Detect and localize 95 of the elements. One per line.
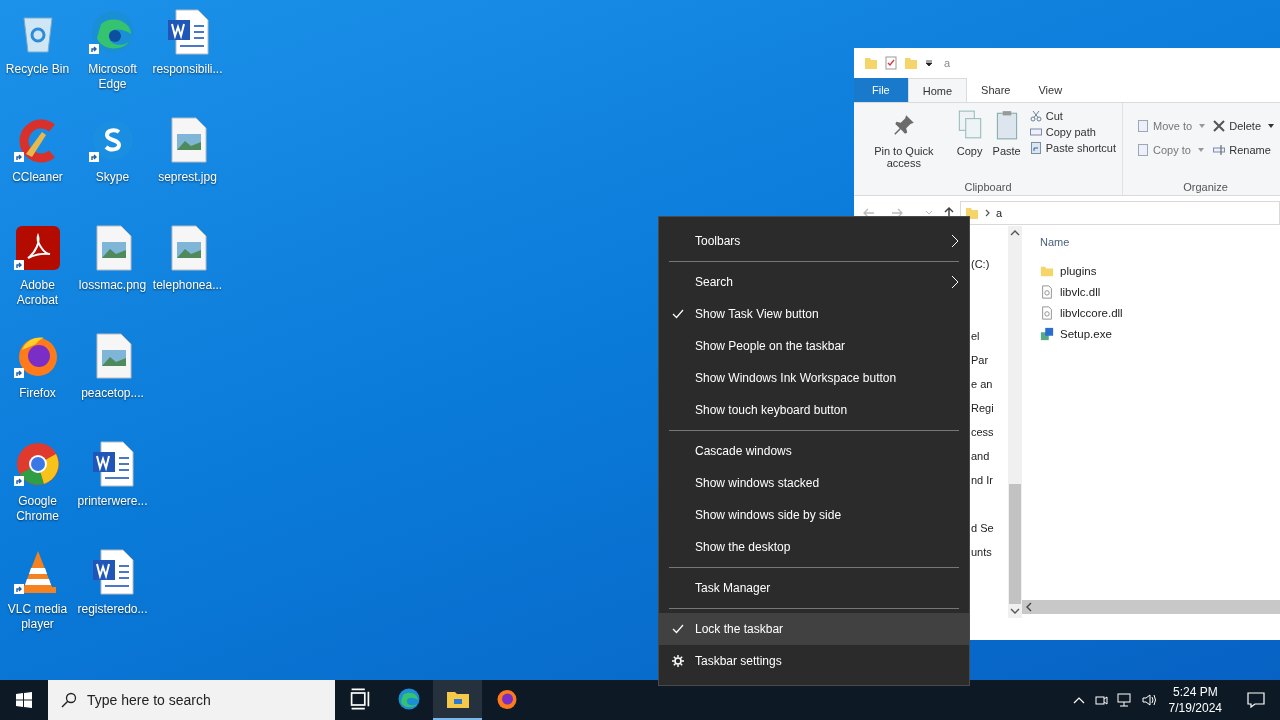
address-text: a <box>996 207 1003 219</box>
desktop-icon-label[interactable]: VLC media player <box>0 602 75 632</box>
desktop-icon-label[interactable]: responsibili... <box>150 62 225 77</box>
network-icon[interactable] <box>1116 692 1133 708</box>
paste-button[interactable]: Paste <box>989 107 1024 171</box>
move-to-button[interactable]: Move to <box>1135 119 1208 133</box>
caret-icon <box>1198 148 1204 152</box>
chevron-right-icon <box>951 275 959 289</box>
chevron-right-icon[interactable] <box>985 209 990 217</box>
desktop-icon-label[interactable]: Microsoft Edge <box>75 62 150 92</box>
nav-item[interactable]: el <box>971 329 980 353</box>
file-name[interactable]: Setup.exe <box>1060 327 1112 340</box>
nav-item[interactable]: unts <box>971 545 992 569</box>
desktop-icon-label[interactable]: Skype <box>75 170 150 185</box>
menu-item[interactable]: Cascade windows <box>659 435 969 467</box>
nav-item[interactable]: and <box>971 449 990 473</box>
dropdown-icon[interactable] <box>924 58 934 68</box>
copy-icon <box>1137 144 1150 156</box>
nav-item[interactable]: Regi <box>971 401 994 425</box>
nav-item[interactable]: nd Ir <box>971 473 993 497</box>
desktop-icon-label[interactable]: lossmac.png <box>75 278 150 293</box>
copy-to-button[interactable]: Copy to <box>1135 143 1208 157</box>
nav-item[interactable]: d Se <box>971 521 994 545</box>
window-title: a <box>944 57 951 69</box>
menu-item[interactable]: Show Windows Ink Workspace button <box>659 362 969 394</box>
clock[interactable]: 5:24 PM 7/19/2024 <box>1164 684 1226 716</box>
menu-item[interactable]: Show windows side by side <box>659 499 969 531</box>
explorer-taskbar-button[interactable] <box>433 680 482 720</box>
column-header[interactable]: Name <box>1030 226 1280 260</box>
menu-item[interactable]: Show windows stacked <box>659 467 969 499</box>
acrobat-icon[interactable] <box>13 224 62 272</box>
desktop-icon-label[interactable]: printerwere... <box>75 494 150 509</box>
nav-item[interactable]: e an <box>971 377 993 401</box>
menu-item[interactable]: Task Manager <box>659 572 969 604</box>
nav-item[interactable]: Par <box>971 353 989 377</box>
notification-icon[interactable] <box>1246 690 1266 710</box>
desktop-icon-label[interactable]: seprest.jpg <box>150 170 225 185</box>
delete-button[interactable]: Delete <box>1211 119 1276 133</box>
scrollbar[interactable] <box>1022 600 1280 614</box>
nav-item[interactable]: cess <box>971 425 994 449</box>
rename-button[interactable]: Rename <box>1211 143 1276 157</box>
menu-item[interactable]: Show the desktop <box>659 531 969 563</box>
cut-button[interactable]: Cut <box>1027 109 1119 123</box>
path-icon <box>1029 126 1042 138</box>
menu-item[interactable]: Lock the taskbar <box>659 613 969 645</box>
settings-icon <box>672 655 684 667</box>
desktop-icon-label[interactable]: Firefox <box>0 386 75 401</box>
desktop-icon-label[interactable]: CCleaner <box>0 170 75 185</box>
volume-icon[interactable] <box>1140 692 1157 708</box>
nav-item[interactable]: (C:) <box>971 257 990 281</box>
desktop-icon-label[interactable]: peacetop.... <box>75 386 150 401</box>
menu-item[interactable]: Show Task View button <box>659 298 969 330</box>
gear-file-icon <box>1040 305 1054 320</box>
shortcut-icon <box>1029 142 1042 154</box>
folder-icon <box>965 206 979 220</box>
caret-icon <box>1199 124 1206 128</box>
file-name[interactable]: libvlccore.dll <box>1060 306 1123 319</box>
group-label: Clipboard <box>964 181 1012 193</box>
move-icon <box>1137 120 1150 132</box>
edge-icon <box>396 687 421 711</box>
desktop-icon-label[interactable]: registeredo... <box>75 602 150 617</box>
scrollbar[interactable] <box>1008 226 1022 618</box>
chevron-down-icon[interactable] <box>1010 608 1020 614</box>
desktop-icon-label[interactable]: telephonea... <box>150 278 225 293</box>
desktop-icon-label[interactable]: Google Chrome <box>0 494 75 524</box>
copy-button[interactable]: Copy <box>953 107 986 171</box>
rename-icon <box>1213 144 1226 156</box>
windows-logo <box>16 692 32 708</box>
gear-file-icon <box>1040 284 1054 299</box>
menu-item[interactable]: Toolbars <box>659 225 969 257</box>
scissors-icon <box>1029 110 1042 122</box>
file-name[interactable]: libvlc.dll <box>1060 285 1101 298</box>
copy-icon <box>956 109 983 141</box>
menu-item[interactable]: Show touch keyboard button <box>659 394 969 426</box>
chevron-right-icon <box>951 234 959 248</box>
menu-item[interactable]: Search <box>659 266 969 298</box>
file-name[interactable]: plugins <box>1060 264 1097 277</box>
chevron-left-icon[interactable] <box>1026 602 1032 612</box>
caret-icon <box>1268 124 1274 128</box>
copy-path-button[interactable]: Copy path <box>1027 125 1119 139</box>
search-icon <box>61 692 77 708</box>
desktop-icon-label[interactable]: Adobe Acrobat <box>0 278 75 308</box>
properties-icon[interactable] <box>884 56 898 70</box>
installer-icon <box>1040 326 1054 341</box>
pin-button[interactable]: Pin to Quick access <box>858 107 950 171</box>
search-field[interactable]: Type here to search <box>48 680 335 720</box>
ribbon-tab[interactable]: Home <box>907 78 968 102</box>
address-bar[interactable]: a <box>960 201 1280 225</box>
menu-item[interactable]: Show People on the taskbar <box>659 330 969 362</box>
group-label: Organize <box>1183 181 1228 193</box>
paste-shortcut-button[interactable]: Paste shortcut <box>1027 141 1119 155</box>
menu-item[interactable]: Taskbar settings <box>659 645 969 677</box>
chevron-up-icon[interactable] <box>1010 230 1020 236</box>
ribbon-tab[interactable]: File <box>854 78 908 102</box>
x-icon <box>1213 120 1226 132</box>
